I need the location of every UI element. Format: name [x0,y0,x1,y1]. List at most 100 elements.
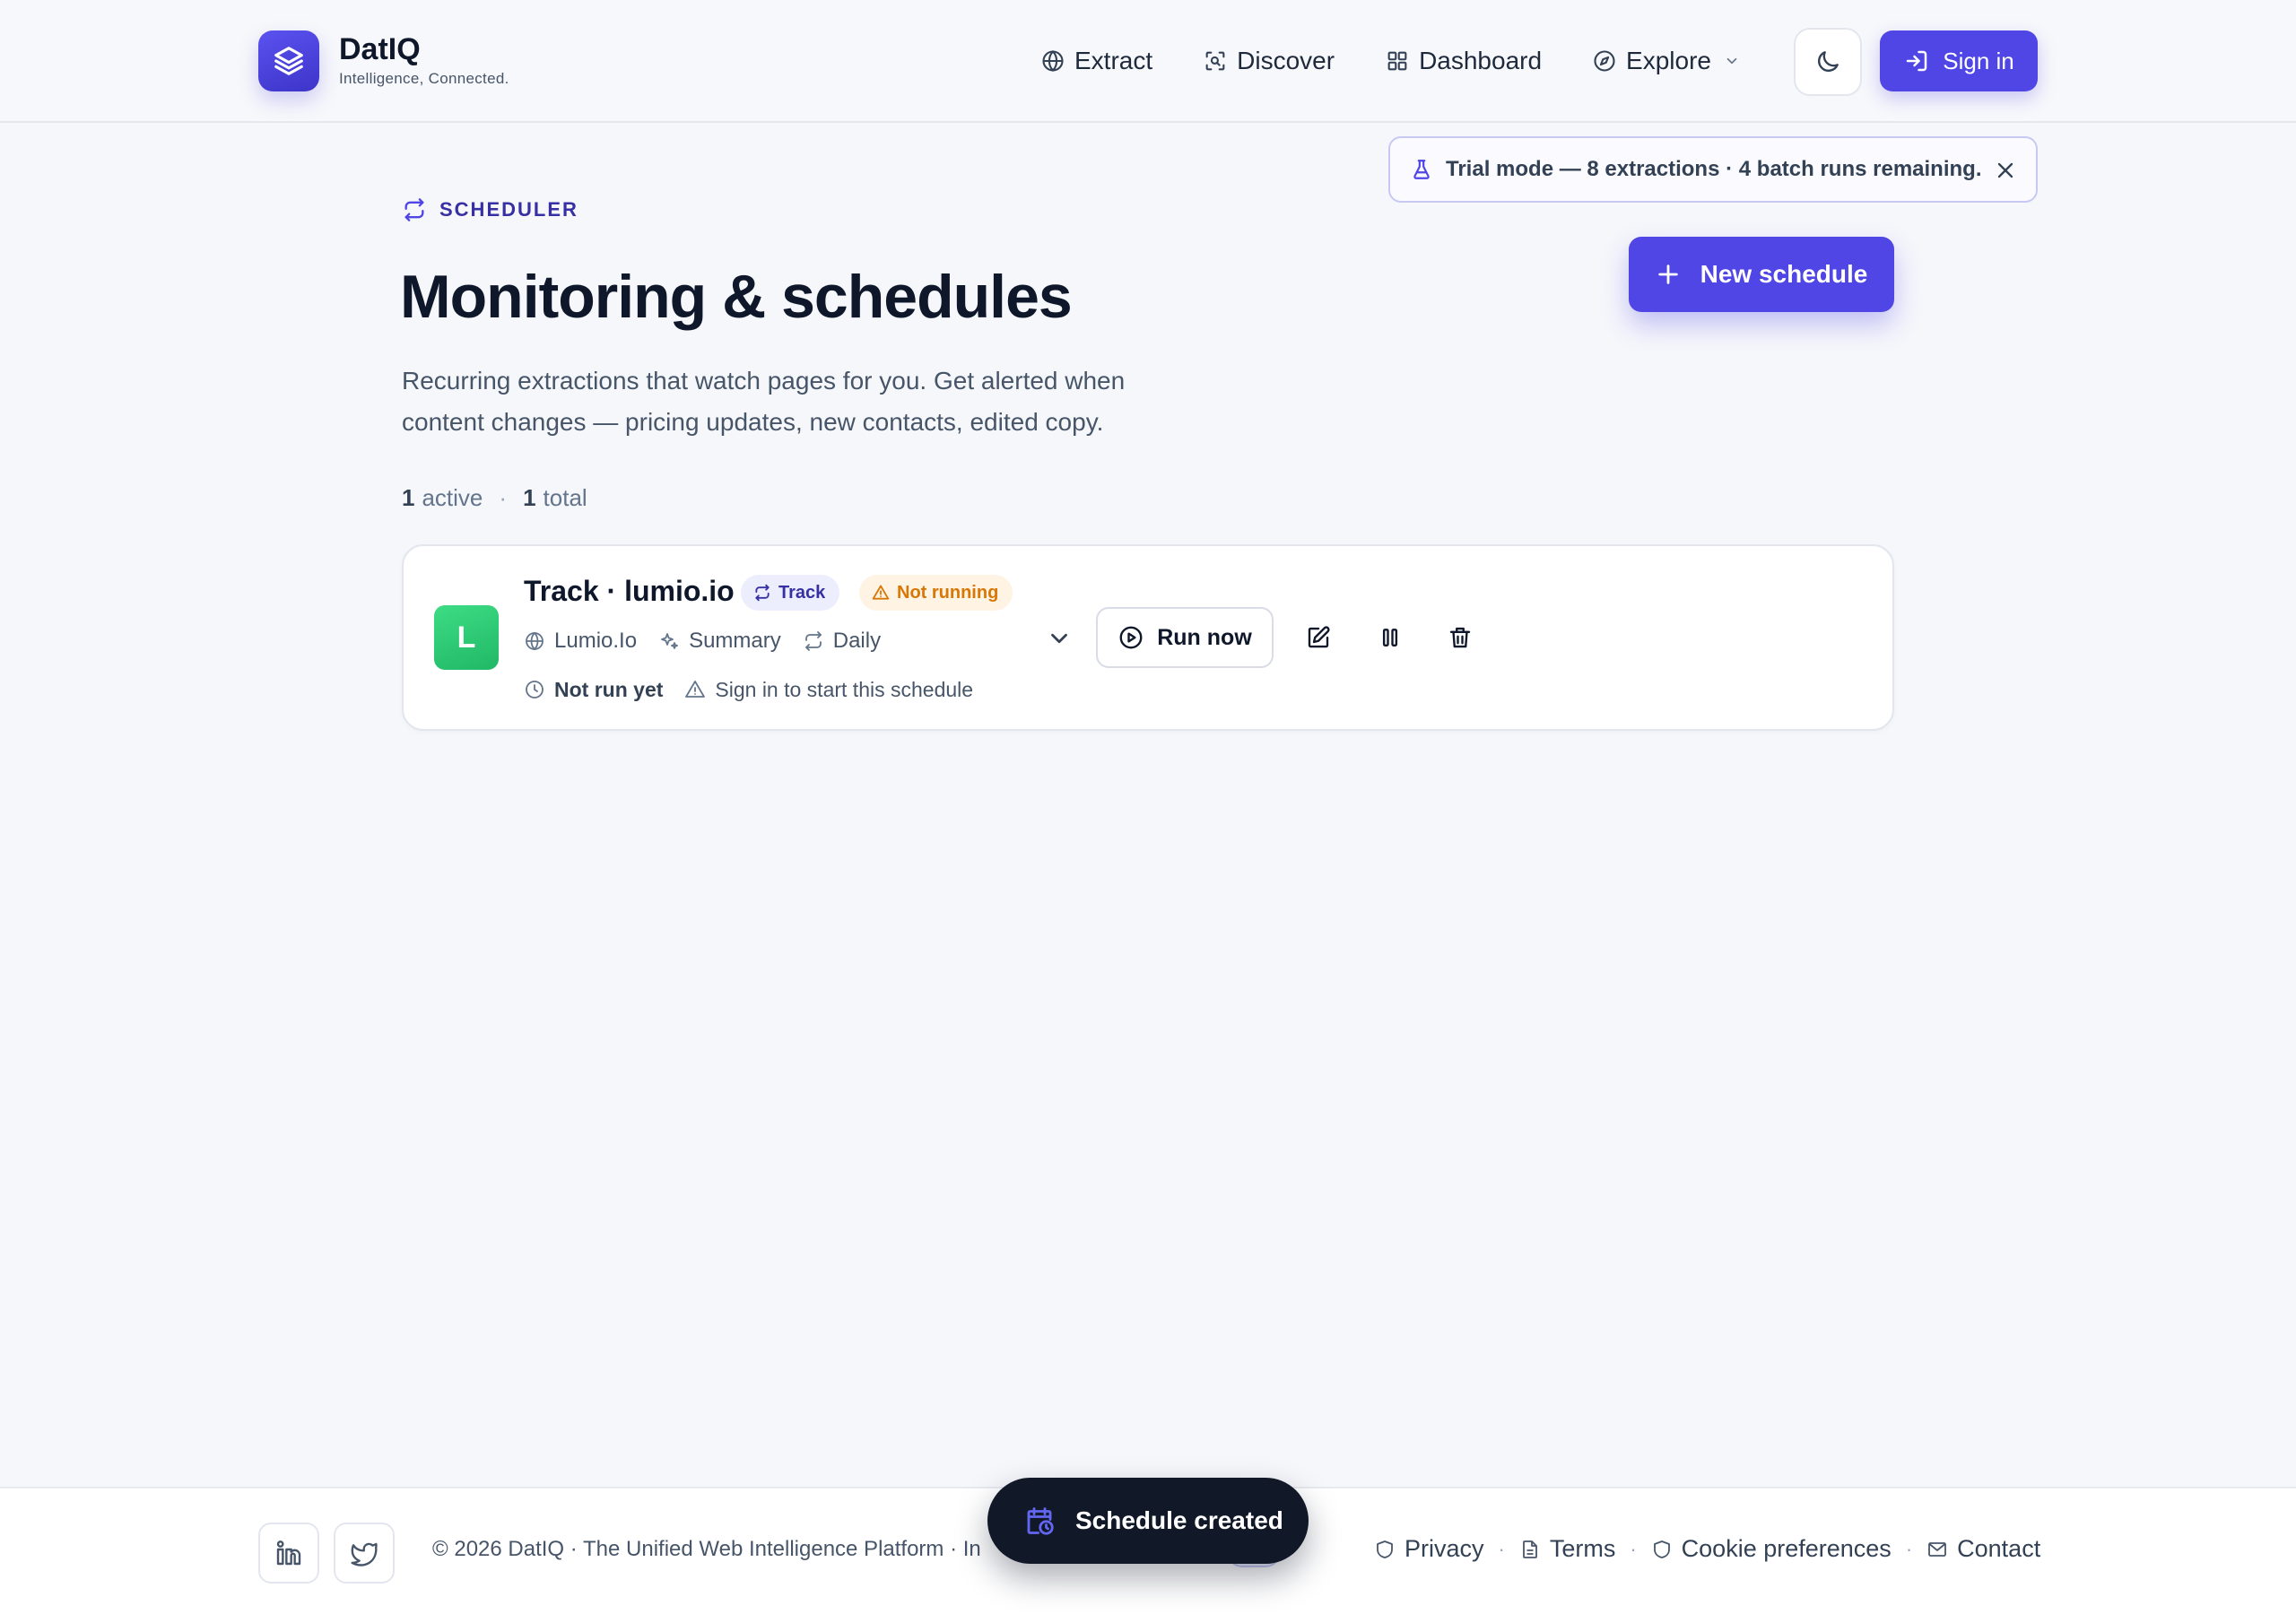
schedule-counts: 1 active · 1 total [402,484,587,512]
warning-icon [872,584,890,602]
delete-button[interactable] [1442,620,1478,655]
nav-extract-label: Extract [1074,47,1153,74]
main-nav: Extract Discover Dashboard Explore [1040,30,1790,91]
nav-dashboard[interactable]: Dashboard [1385,47,1542,75]
trial-banner-text: Trial mode — 8 extractions · 4 batch run… [1446,157,1982,181]
schedule-meta: Lumio.Io Summary Daily [524,623,902,659]
linkedin-icon [274,1539,303,1567]
repeat-icon [753,584,771,602]
total-label: total [543,484,587,511]
layers-logo-icon [258,30,319,91]
calendar-clock-icon [1023,1505,1056,1537]
contact-label: Contact [1957,1535,2041,1562]
meta-site: Lumio.Io [524,629,637,654]
sparkles-icon [658,630,680,652]
repeat-icon [803,630,824,652]
warning-icon [684,679,706,700]
nav-discover[interactable]: Discover [1203,47,1335,75]
footer-separator: · [1630,1537,1637,1560]
toast-text: Schedule created [1075,1506,1283,1534]
copyright-text: © 2026 DatIQ · The Unified Web Intellige… [432,1537,981,1561]
eyebrow-label: SCHEDULER [439,198,578,221]
twitter-button[interactable] [334,1523,395,1584]
warning-label: Sign in to start this schedule [715,677,974,701]
nav-dashboard-label: Dashboard [1419,47,1543,74]
privacy-label: Privacy [1405,1535,1484,1562]
schedule-title: Track · lumio.io [524,575,735,607]
edit-icon [1305,624,1332,651]
run-now-button[interactable]: Run now [1096,607,1274,668]
meta-last-run: Not run yet [524,678,663,702]
nav-explore[interactable]: Explore [1592,47,1740,75]
moon-icon [1813,48,1842,76]
page-description: Recurring extractions that watch pages f… [402,367,1126,436]
compass-icon [1592,48,1617,74]
contact-link[interactable]: Contact [1926,1535,2040,1563]
play-circle-icon [1118,624,1144,651]
section-eyebrow: SCHEDULER [402,197,578,222]
theme-toggle-button[interactable] [1794,28,1862,96]
type-badge: Track [741,575,840,611]
meta-mode-label: Summary [689,629,781,653]
meta-mode: Summary [658,629,781,654]
run-now-label: Run now [1157,624,1252,650]
pause-icon [1377,624,1404,651]
brand-tagline: Intelligence, Connected. [339,70,509,87]
status-badge: Not running [859,575,1013,611]
privacy-link[interactable]: Privacy [1374,1535,1484,1563]
cookie-preferences-label: Cookie preferences [1681,1535,1892,1562]
close-icon[interactable] [1993,158,2018,183]
sign-in-label: Sign in [1943,47,2014,74]
type-badge-label: Track [778,582,826,603]
footer-separator: · [1498,1537,1505,1560]
top-header: DatIQ Intelligence, Connected. Extract D… [0,0,2296,123]
meta-warning: Sign in to start this schedule [684,678,973,702]
twitter-icon [350,1539,378,1567]
grid-icon [1385,48,1410,74]
brand[interactable]: DatIQ Intelligence, Connected. [258,30,509,91]
chevron-down-icon [1724,53,1740,69]
nav-discover-label: Discover [1237,47,1335,74]
document-icon [1519,1539,1541,1560]
terms-link[interactable]: Terms [1519,1535,1616,1563]
edit-button[interactable] [1300,620,1336,655]
scan-icon [1203,48,1228,74]
mail-icon [1926,1539,1948,1560]
active-count: 1 [402,484,415,511]
new-schedule-button[interactable]: New schedule [1629,237,1894,312]
schedule-card: L Track · lumio.io Track Not running Lum… [402,544,1894,731]
cookie-preferences-link[interactable]: Cookie preferences [1651,1535,1892,1563]
active-label: active [422,484,483,511]
plus-icon [1656,262,1681,287]
page-title: Monitoring & schedules [400,263,1073,331]
chevron-down-icon[interactable] [1046,625,1073,652]
meta-frequency: Daily [803,629,881,654]
footer-links: Privacy · Terms · Cookie preferences · C… [1374,1535,2040,1563]
total-count: 1 [523,484,536,511]
status-badge-label: Not running [897,582,999,603]
linkedin-button[interactable] [258,1523,319,1584]
site-avatar: L [434,605,499,670]
pause-button[interactable] [1372,620,1408,655]
clock-icon [524,679,545,700]
trial-banner: Trial mode — 8 extractions · 4 batch run… [1388,136,2038,203]
meta-site-label: Lumio.Io [554,629,638,653]
terms-label: Terms [1549,1535,1616,1562]
nav-extract[interactable]: Extract [1040,47,1152,75]
flask-icon [1410,158,1433,181]
globe-icon [1040,48,1065,74]
new-schedule-label: New schedule [1700,260,1868,288]
sign-in-button[interactable]: Sign in [1880,30,2038,91]
shield-icon [1374,1539,1396,1560]
brand-name: DatIQ [339,32,421,66]
last-run-label: Not run yet [554,677,664,701]
count-separator: · [499,484,508,511]
meta-frequency-label: Daily [832,629,882,653]
log-in-icon [1903,48,1930,74]
toast-notification: Schedule created [987,1478,1309,1564]
trash-icon [1447,624,1474,651]
footer-separator: · [1905,1537,1913,1560]
shield-icon [1651,1539,1673,1560]
repeat-icon [402,197,427,222]
nav-explore-label: Explore [1626,47,1711,74]
